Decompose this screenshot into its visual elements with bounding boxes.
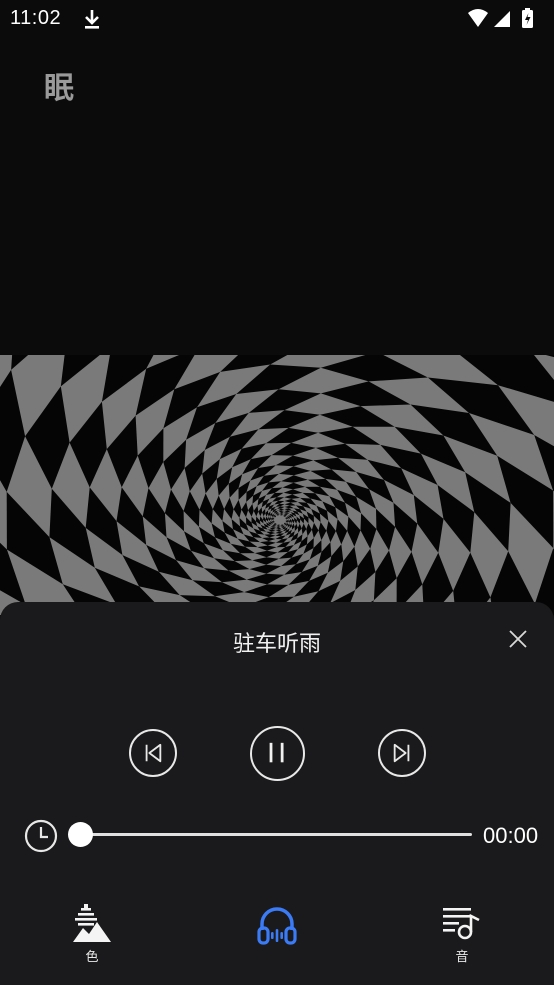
headphones-icon: [257, 907, 297, 945]
bottom-nav: 色 音: [0, 898, 554, 985]
signal-icon: [494, 11, 510, 27]
close-button[interactable]: [505, 626, 531, 652]
hypnotic-tunnel-visual: [0, 355, 554, 615]
sleep-timer-button[interactable]: [24, 819, 58, 853]
track-title: 驻车听雨: [232, 632, 321, 657]
clock-icon: [24, 819, 58, 853]
scenery-icon: [73, 904, 111, 942]
page-title: 眠: [44, 71, 74, 106]
status-bar: 11:02: [0, 0, 554, 38]
close-icon: [509, 630, 527, 648]
elapsed-time: 00:00: [483, 823, 539, 848]
battery-icon: [522, 8, 533, 28]
next-track-button[interactable]: [378, 729, 426, 777]
nav-label-scene: 色: [85, 950, 99, 965]
nav-item-listen[interactable]: [237, 904, 317, 968]
progress-knob[interactable]: [68, 822, 93, 847]
system-icons: [466, 7, 546, 31]
nav-item-scene[interactable]: 色: [52, 904, 132, 968]
pause-button[interactable]: [250, 726, 305, 781]
pause-icon: [269, 742, 284, 763]
previous-track-button[interactable]: [129, 729, 177, 777]
skip-previous-icon: [145, 743, 162, 763]
nav-label-sound: 音: [455, 950, 469, 965]
nav-item-sound[interactable]: 音: [422, 904, 502, 968]
skip-next-icon: [393, 743, 410, 763]
wifi-icon: [468, 9, 488, 27]
status-time: 11:02: [10, 7, 62, 29]
music-playlist-icon: [443, 908, 480, 940]
download-icon: [82, 8, 102, 30]
progress-slider[interactable]: [68, 822, 472, 847]
